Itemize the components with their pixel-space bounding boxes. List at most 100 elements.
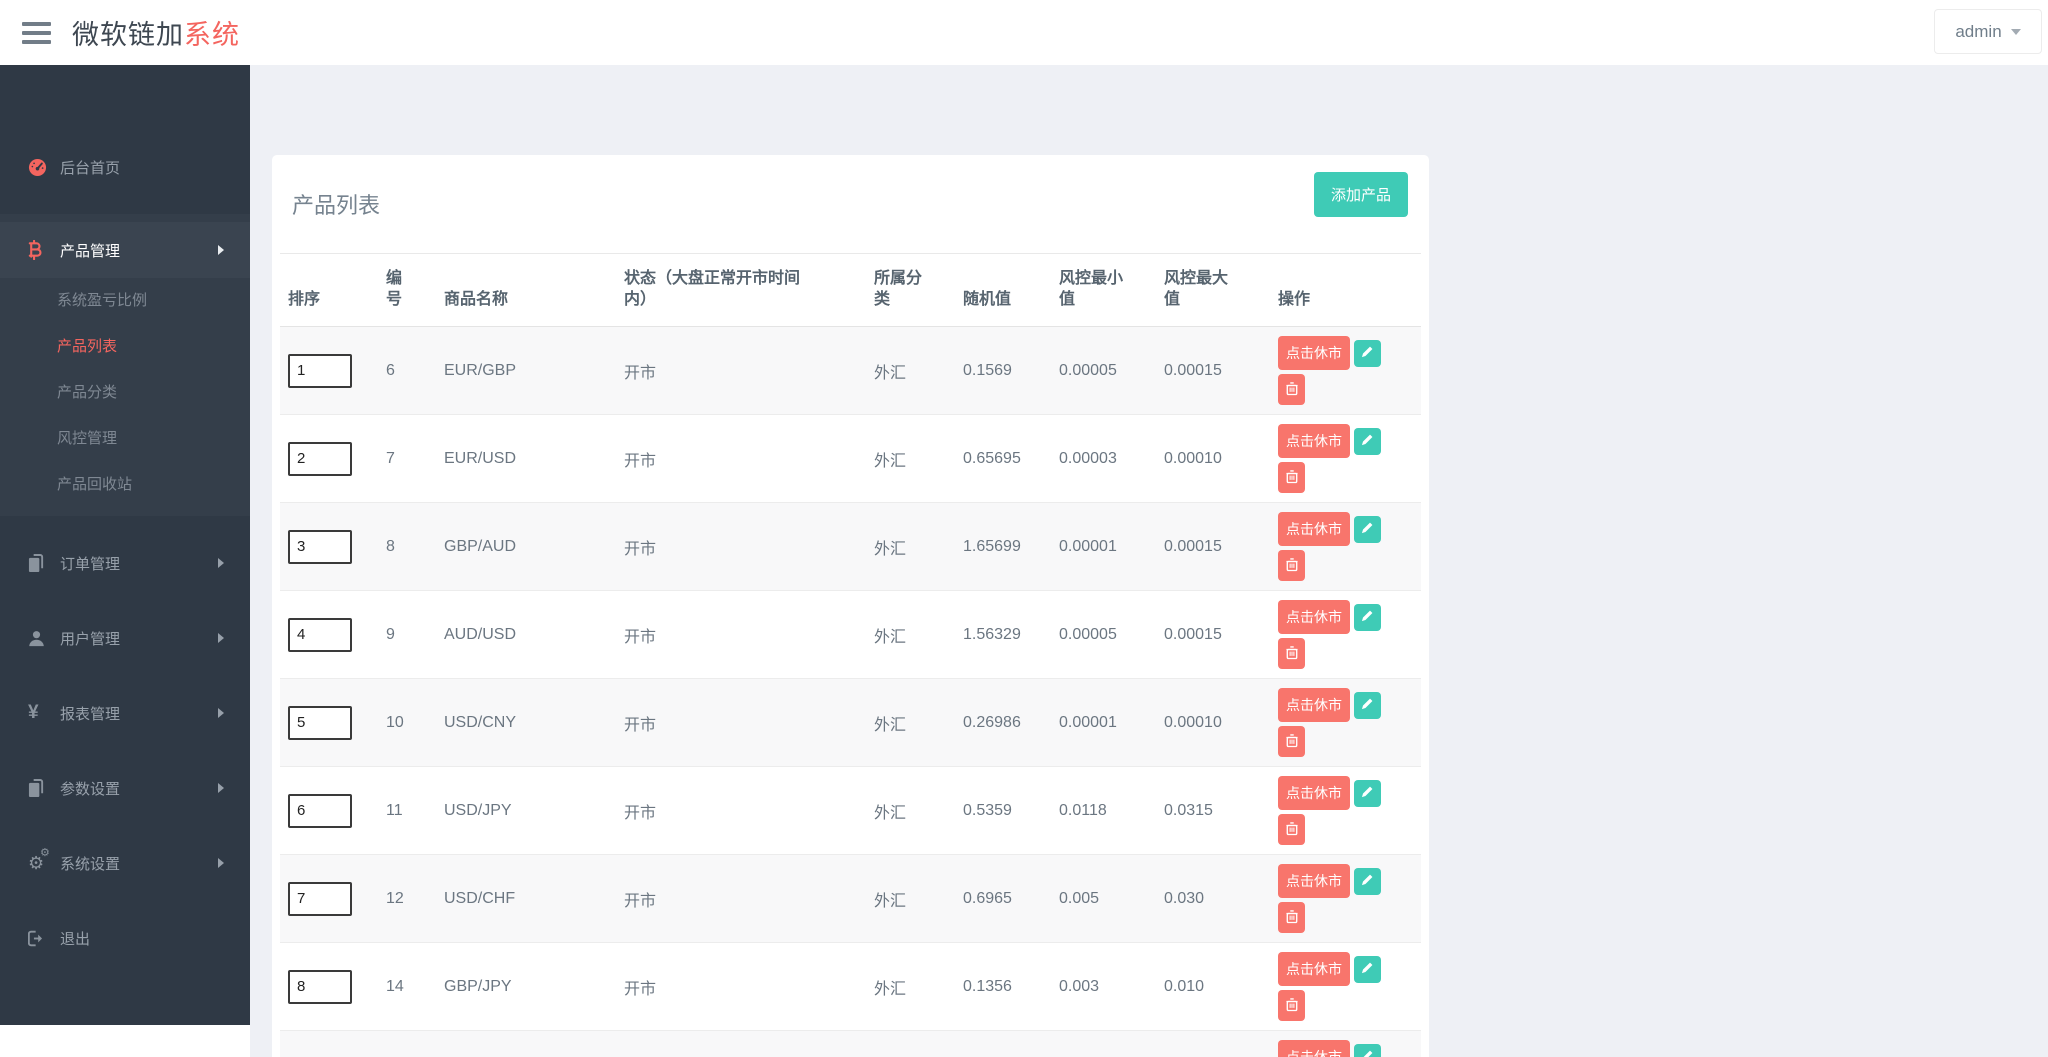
sidebar-subitem-product-list[interactable]: 产品列表 (0, 324, 250, 370)
cell-category: 外汇 (866, 767, 955, 855)
cell-risk-max: 0.00010 (1156, 679, 1270, 767)
sort-input[interactable] (288, 442, 352, 476)
cell-random: 0.26986 (955, 679, 1051, 767)
cell-random: 1.65699 (955, 503, 1051, 591)
chevron-right-icon (218, 783, 224, 793)
col-status: 状态（大盘正常开市时间 内） (616, 254, 866, 327)
sidebar-item-system-settings[interactable]: ⚙⚙ 系统设置 (0, 835, 250, 891)
sidebar-subitem-product-recycle[interactable]: 产品回收站 (0, 462, 250, 508)
sidebar-item-label: 报表管理 (60, 703, 120, 724)
dashboard-icon (28, 158, 60, 177)
close-market-button[interactable]: 点击休市 (1278, 952, 1350, 986)
cell-id: 12 (378, 855, 436, 943)
edit-button[interactable] (1354, 516, 1381, 543)
hamburger-menu-icon[interactable] (22, 22, 52, 44)
add-product-button[interactable]: 添加产品 (1314, 172, 1408, 217)
cell-status: 开市 (616, 415, 866, 503)
cell-random: 1.56329 (955, 591, 1051, 679)
sidebar-item-label: 用户管理 (60, 628, 120, 649)
sort-input[interactable] (288, 530, 352, 564)
delete-button[interactable] (1278, 726, 1305, 757)
content-area: 产品列表 添加产品 排序 编 号 商品名称 状态（大盘正常开市时间 内） 所属分… (250, 65, 2048, 1057)
trash-icon (1286, 733, 1298, 751)
close-market-button[interactable]: 点击休市 (1278, 424, 1350, 458)
close-market-button[interactable]: 点击休市 (1278, 776, 1350, 810)
sidebar-item-user-management[interactable]: 用户管理 (0, 610, 250, 666)
sidebar-item-parameter-settings[interactable]: 参数设置 (0, 760, 250, 816)
edit-button[interactable] (1354, 340, 1381, 367)
row-actions: 点击休市 (1278, 600, 1400, 669)
sidebar-item-product-management[interactable]: 产品管理 (0, 222, 250, 278)
sort-input[interactable] (288, 794, 352, 828)
cell-risk-min: 0.003 (1051, 943, 1156, 1031)
cell-risk-min: 0.00005 (1051, 591, 1156, 679)
col-actions: 操作 (1270, 254, 1421, 327)
cell-risk-min: 0.005 (1051, 855, 1156, 943)
trash-icon (1286, 997, 1298, 1015)
chevron-right-icon (218, 858, 224, 868)
edit-button[interactable] (1354, 428, 1381, 455)
edit-button[interactable] (1354, 1044, 1381, 1057)
edit-button[interactable] (1354, 692, 1381, 719)
cell-name: USD/CHF (436, 855, 616, 943)
delete-button[interactable] (1278, 550, 1305, 581)
close-market-button[interactable]: 点击休市 (1278, 688, 1350, 722)
sidebar-subitem-risk-management[interactable]: 风控管理 (0, 416, 250, 462)
edit-button[interactable] (1354, 604, 1381, 631)
edit-button[interactable] (1354, 868, 1381, 895)
table-row: 7 EUR/USD 开市 外汇 0.65695 0.00003 0.00010 … (280, 415, 1421, 503)
delete-button[interactable] (1278, 902, 1305, 933)
trash-icon (1286, 557, 1298, 575)
cell-risk-min: 0.0118 (1051, 767, 1156, 855)
edit-button[interactable] (1354, 956, 1381, 983)
trash-icon (1286, 645, 1298, 663)
cell-risk-min (1051, 1031, 1156, 1057)
sidebar-item-label: 产品管理 (60, 240, 120, 261)
edit-button[interactable] (1354, 780, 1381, 807)
sidebar-item-order-management[interactable]: 订单管理 (0, 535, 250, 591)
cell-random: 0.5359 (955, 767, 1051, 855)
sort-input[interactable] (288, 882, 352, 916)
chevron-right-icon (218, 245, 224, 255)
cell-risk-min: 0.00003 (1051, 415, 1156, 503)
sidebar-item-logout[interactable]: 退出 (0, 910, 250, 966)
files-icon (28, 554, 60, 573)
sort-input[interactable] (288, 354, 352, 388)
cell-id (378, 1031, 436, 1057)
cell-status: 开市 (616, 327, 866, 415)
user-menu[interactable]: admin (1934, 9, 2042, 54)
row-actions: 点击休市 (1278, 952, 1400, 1021)
trash-icon (1286, 381, 1298, 399)
table-row: 6 EUR/GBP 开市 外汇 0.1569 0.00005 0.00015 点… (280, 327, 1421, 415)
sidebar-item-report-management[interactable]: ¥ 报表管理 (0, 685, 250, 741)
delete-button[interactable] (1278, 990, 1305, 1021)
logout-icon (28, 930, 60, 947)
sidebar-subitem-profit-ratio[interactable]: 系统盈亏比例 (0, 278, 250, 324)
close-market-button[interactable]: 点击休市 (1278, 512, 1350, 546)
sort-input[interactable] (288, 706, 352, 740)
gears-icon: ⚙⚙ (28, 854, 60, 873)
logo-accent: 系统 (184, 20, 240, 50)
table-row: 9 AUD/USD 开市 外汇 1.56329 0.00005 0.00015 … (280, 591, 1421, 679)
trash-icon (1286, 909, 1298, 927)
sidebar-subitem-product-category[interactable]: 产品分类 (0, 370, 250, 416)
cell-id: 8 (378, 503, 436, 591)
delete-button[interactable] (1278, 638, 1305, 669)
close-market-button[interactable]: 点击休市 (1278, 600, 1350, 634)
sidebar-item-dashboard[interactable]: 后台首页 (0, 139, 250, 195)
delete-button[interactable] (1278, 374, 1305, 405)
row-actions: 点击休市 (1278, 688, 1400, 757)
row-actions: 点击休市 (1278, 424, 1400, 493)
delete-button[interactable] (1278, 814, 1305, 845)
cell-random: 0.6965 (955, 855, 1051, 943)
sort-input[interactable] (288, 618, 352, 652)
close-market-button[interactable]: 点击休市 (1278, 864, 1350, 898)
cell-random (955, 1031, 1051, 1057)
close-market-button[interactable]: 点击休市 (1278, 336, 1350, 370)
col-risk-min: 风控最小 值 (1051, 254, 1156, 327)
cell-risk-max: 0.00015 (1156, 327, 1270, 415)
close-market-button[interactable]: 点击休市 (1278, 1040, 1350, 1057)
cell-category (866, 1031, 955, 1057)
delete-button[interactable] (1278, 462, 1305, 493)
sort-input[interactable] (288, 970, 352, 1004)
